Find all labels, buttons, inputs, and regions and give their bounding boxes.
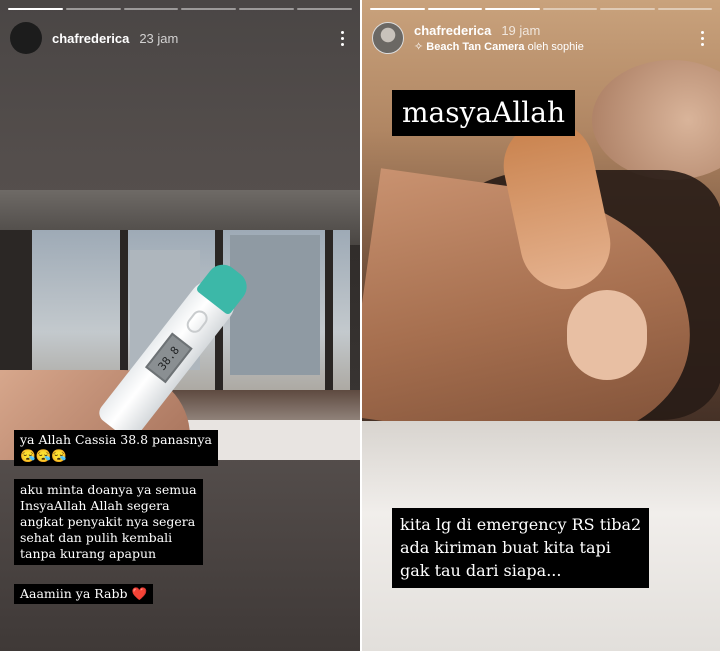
progress-segment — [181, 8, 237, 10]
progress-segment — [427, 8, 482, 10]
username[interactable]: chafrederica — [52, 31, 129, 46]
progress-segment — [370, 8, 425, 10]
story-photo-thermometer: 38.8 — [0, 190, 360, 460]
timestamp: 23 jam — [139, 30, 179, 46]
progress-segment — [65, 8, 121, 10]
story-progress-bar — [370, 8, 712, 10]
story-title-text: masyaAllah — [392, 90, 575, 136]
avatar[interactable] — [10, 22, 42, 54]
avatar[interactable] — [372, 22, 404, 54]
story-right[interactable]: chafrederica 19 jam ✧ Beach Tan Camera o… — [362, 0, 720, 651]
more-vertical-icon[interactable] — [334, 28, 350, 48]
progress-segment — [8, 8, 63, 10]
story-left[interactable]: chafrederica 23 jam 38.8 ya Allah Cassia… — [0, 0, 360, 651]
progress-segment — [600, 8, 655, 10]
music-attribution[interactable]: ✧ Beach Tan Camera oleh sophie — [414, 40, 584, 53]
music-song: Beach Tan Camera — [426, 41, 525, 53]
timestamp: 19 jam — [501, 23, 541, 38]
caption-amen: Aaamiin ya Rabb ❤️ — [14, 584, 154, 604]
caption-prayer-request: aku minta doanya ya semua InsyaAllah All… — [14, 479, 203, 565]
music-artist: oleh sophie — [527, 41, 584, 53]
story-header: chafrederica 19 jam ✧ Beach Tan Camera o… — [372, 20, 710, 56]
photo-baby-hand — [567, 290, 647, 380]
more-vertical-icon[interactable] — [694, 28, 710, 48]
heart-icon: ❤️ — [131, 586, 148, 601]
caption-emergency: kita lg di emergency RS tiba2 ada kirima… — [392, 508, 650, 588]
progress-segment — [657, 8, 712, 10]
progress-segment — [542, 8, 597, 10]
progress-segment — [239, 8, 295, 10]
progress-segment — [485, 8, 540, 10]
story-meta: chafrederica 19 jam ✧ Beach Tan Camera o… — [414, 23, 584, 53]
story-progress-bar — [8, 8, 352, 10]
story-meta: chafrederica 23 jam — [52, 31, 178, 46]
username[interactable]: chafrederica — [414, 23, 491, 38]
caption-fever: ya Allah Cassia 38.8 panasnya 😪😪😪 — [14, 430, 218, 466]
progress-segment — [297, 8, 352, 10]
story-header: chafrederica 23 jam — [10, 20, 350, 56]
progress-segment — [123, 8, 179, 10]
sparkle-music-icon: ✧ — [414, 41, 424, 53]
photo-baby-head — [592, 60, 720, 180]
